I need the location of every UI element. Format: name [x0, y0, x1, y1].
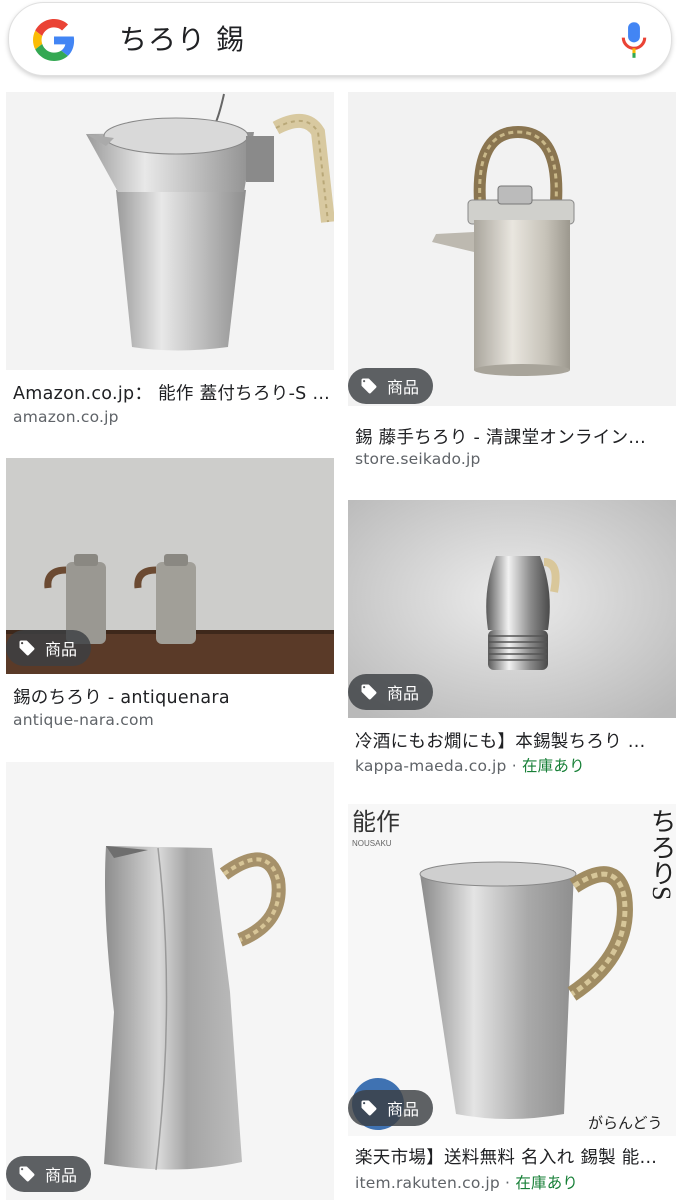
result-image[interactable] — [6, 92, 334, 370]
tag-icon — [361, 378, 377, 394]
tag-icon — [19, 640, 35, 656]
badge-label: 商品 — [45, 1166, 78, 1185]
stock-status: 在庫あり — [521, 757, 585, 775]
shop-logo-text: がらんどう — [588, 1114, 663, 1132]
tag-icon — [361, 684, 377, 700]
separator: · — [506, 757, 522, 775]
badge-label: 商品 — [387, 378, 420, 397]
product-badge: 商品 — [348, 368, 434, 404]
result-card[interactable]: 能作 NOUSAKU がらんどう ちろりS 商品 楽天市場】送料無料 名入れ 錫… — [348, 804, 676, 1200]
result-source: amazon.co.jp — [13, 408, 119, 426]
product-badge: 商品 — [6, 630, 92, 666]
brand-label: 能作 — [352, 809, 400, 836]
result-title[interactable]: 冷酒にもお燗にも】本錫製ちろり ... — [355, 728, 673, 753]
result-title[interactable]: 錫のちろり - antiquenara — [13, 684, 331, 709]
product-badge: 商品 — [348, 1090, 434, 1126]
result-card[interactable]: Amazon.co.jp： 能作 蓋付ちろり-S ... amazon.co.j… — [6, 92, 334, 432]
result-title[interactable]: 錫 藤手ちろり - 清課堂オンライン... — [355, 424, 673, 449]
result-source: store.seikado.jp — [355, 450, 481, 468]
badge-label: 商品 — [45, 640, 78, 659]
result-card[interactable]: 商品 錫 藤手ちろり - 清課堂オンライン... store.seikado.j… — [348, 92, 676, 472]
result-image[interactable] — [6, 762, 334, 1200]
stock-status: 在庫あり — [515, 1174, 579, 1192]
badge-label: 商品 — [387, 1100, 420, 1119]
brand-sub: NOUSAKU — [352, 839, 392, 848]
search-bar[interactable]: ちろり 錫 — [8, 2, 672, 76]
result-source: antique-nara.com — [13, 711, 154, 729]
result-source-domain: kappa-maeda.co.jp — [355, 757, 507, 775]
result-source: kappa-maeda.co.jp · 在庫あり — [355, 754, 585, 776]
result-image[interactable]: 能作 NOUSAKU がらんどう ちろりS — [348, 804, 676, 1136]
badge-label: 商品 — [387, 684, 420, 703]
result-card[interactable]: 商品 — [6, 762, 334, 1200]
result-source-domain: item.rakuten.co.jp — [355, 1174, 500, 1192]
google-g-logo — [33, 19, 75, 61]
separator: · — [499, 1174, 516, 1192]
result-image[interactable] — [348, 92, 676, 406]
result-card[interactable]: 商品 冷酒にもお燗にも】本錫製ちろり ... kappa-maeda.co.jp… — [348, 500, 676, 780]
result-title[interactable]: 楽天市場】送料無料 名入れ 錫製 能... — [355, 1144, 673, 1169]
product-badge: 商品 — [6, 1156, 92, 1192]
microphone-icon[interactable] — [619, 21, 649, 59]
tag-icon — [361, 1100, 377, 1116]
result-title[interactable]: Amazon.co.jp： 能作 蓋付ちろり-S ... — [13, 380, 331, 405]
vertical-text: ちろりS — [647, 808, 676, 901]
result-source: item.rakuten.co.jp · 在庫あり — [355, 1171, 578, 1193]
product-badge: 商品 — [348, 674, 434, 710]
result-card[interactable]: 商品 錫のちろり - antiquenara antique-nara.com — [6, 458, 334, 738]
search-input[interactable]: ちろり 錫 — [119, 21, 245, 59]
tag-icon — [19, 1166, 35, 1182]
